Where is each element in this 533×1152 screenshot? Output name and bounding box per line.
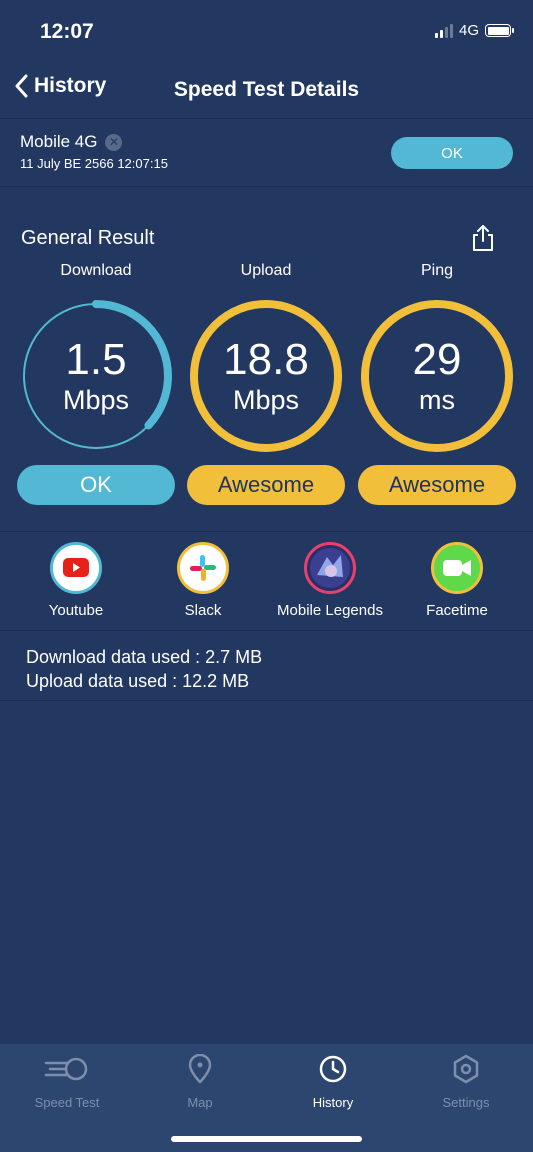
upload-unit: Mbps — [232, 385, 300, 415]
connection-name-row: Mobile 4G ✕ — [20, 132, 123, 152]
tab-settings[interactable]: Settings — [406, 1054, 526, 1110]
ping-value: 29 — [412, 335, 462, 384]
download-value: 1.5 — [65, 335, 127, 384]
upload-rating-badge: Awesome — [187, 465, 345, 505]
status-indicators: 4G — [434, 22, 514, 39]
mobile-legends-icon — [304, 542, 356, 594]
upload-value: 18.8 — [223, 335, 309, 384]
signal-icon — [434, 23, 453, 38]
map-pin-icon — [188, 1053, 212, 1084]
tab-label: History — [312, 1095, 354, 1110]
facetime-icon — [431, 542, 483, 594]
upload-data-used: Upload data used : 12.2 MB — [26, 671, 250, 691]
download-data-used: Download data used : 2.7 MB — [26, 647, 263, 667]
app-label: Youtube — [48, 602, 104, 619]
tab-speed-test[interactable]: Speed Test — [7, 1054, 127, 1110]
app-label: Mobile Legends — [277, 602, 383, 619]
app-label: Slack — [184, 602, 222, 619]
tab-label: Map — [187, 1095, 213, 1110]
youtube-icon — [50, 542, 102, 594]
tab-label: Settings — [442, 1095, 490, 1110]
ping-label: Ping — [420, 262, 454, 279]
tab-label: Speed Test — [34, 1095, 100, 1110]
share-icon — [473, 225, 493, 251]
download-unit: Mbps — [62, 385, 130, 415]
clear-icon[interactable]: ✕ — [105, 133, 123, 151]
slack-icon — [177, 542, 229, 594]
app-item-mobile-legends[interactable]: Mobile Legends — [265, 542, 395, 619]
ping-rating-badge: Awesome — [358, 465, 516, 505]
speedometer-icon — [44, 1057, 88, 1081]
share-button[interactable] — [470, 224, 496, 257]
navigation-bar: History Speed Test Details — [0, 60, 533, 119]
ping-gauge: 29 ms — [357, 296, 517, 456]
app-item-slack[interactable]: Slack — [138, 542, 268, 619]
tab-map[interactable]: Map — [140, 1053, 260, 1110]
divider — [0, 531, 533, 532]
general-result-title: General Result — [21, 227, 155, 249]
connection-name: Mobile 4G — [20, 132, 98, 151]
upload-label: Upload — [240, 262, 292, 279]
download-label: Download — [60, 262, 132, 279]
divider — [0, 700, 533, 701]
app-item-facetime[interactable]: Facetime — [392, 542, 522, 619]
home-indicator — [171, 1136, 362, 1142]
status-bar: 12:07 4G — [0, 0, 533, 60]
app-label: Facetime — [426, 602, 488, 619]
status-time: 12:07 — [40, 20, 94, 43]
page-title: Speed Test Details — [173, 78, 360, 101]
tab-history[interactable]: History — [273, 1054, 393, 1110]
app-item-youtube[interactable]: Youtube — [11, 542, 141, 619]
network-type: 4G — [458, 22, 479, 39]
test-datetime: 11 July BE 2566 12:07:15 — [20, 156, 168, 171]
upload-gauge: 18.8 Mbps — [186, 296, 346, 456]
divider — [0, 630, 533, 631]
data-usage: Download data used : 2.7 MB Upload data … — [26, 645, 262, 693]
settings-icon — [453, 1054, 479, 1084]
battery-icon — [485, 24, 514, 37]
download-gauge: 1.5 Mbps — [16, 296, 176, 456]
connection-status-button[interactable]: OK — [391, 137, 513, 169]
clock-icon — [319, 1055, 347, 1083]
download-rating-badge: OK — [17, 465, 175, 505]
ping-unit: ms — [419, 385, 455, 415]
